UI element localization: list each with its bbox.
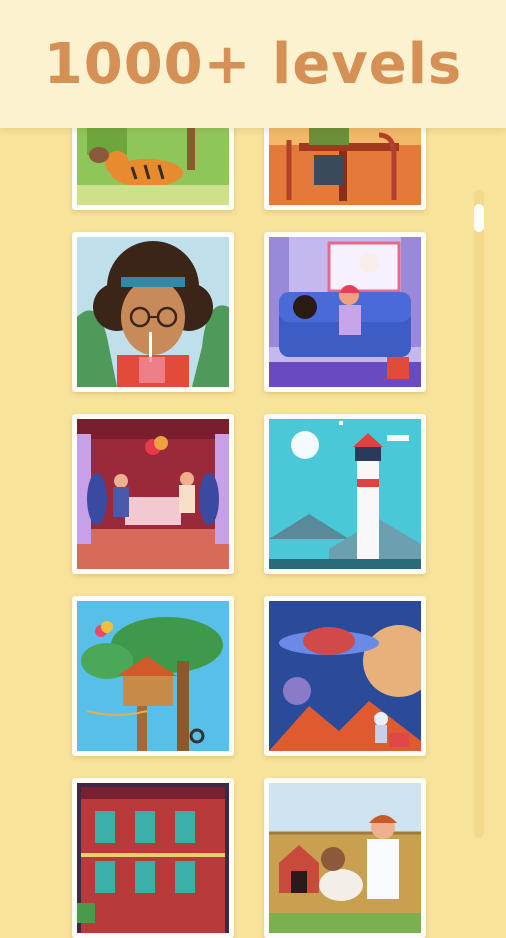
level-tile-lighthouse[interactable]: [264, 414, 426, 574]
level-tile-romantic-dinner[interactable]: [72, 414, 234, 574]
scrollbar-track[interactable]: [474, 190, 484, 838]
level-tile-red-apartment-building[interactable]: [72, 778, 234, 938]
level-thumbnail: [77, 419, 229, 569]
level-tile-girl-and-dog-on-sofa[interactable]: [264, 232, 426, 392]
level-thumbnail: [269, 237, 421, 387]
level-tile-treehouse[interactable]: [72, 596, 234, 756]
level-grid: [0, 0, 506, 938]
level-tile-space-scene[interactable]: [264, 596, 426, 756]
header-banner: 1000+ levels: [0, 0, 506, 128]
header-title: 1000+ levels: [43, 31, 463, 97]
level-thumbnail: [269, 601, 421, 751]
level-tile-vet-with-dog[interactable]: [264, 778, 426, 938]
level-thumbnail: [269, 419, 421, 569]
level-thumbnail: [269, 783, 421, 933]
level-thumbnail: [77, 783, 229, 933]
level-thumbnail: [77, 237, 229, 387]
scrollbar-thumb[interactable]: [474, 204, 484, 232]
level-tile-girl-with-drink[interactable]: [72, 232, 234, 392]
level-thumbnail: [77, 601, 229, 751]
